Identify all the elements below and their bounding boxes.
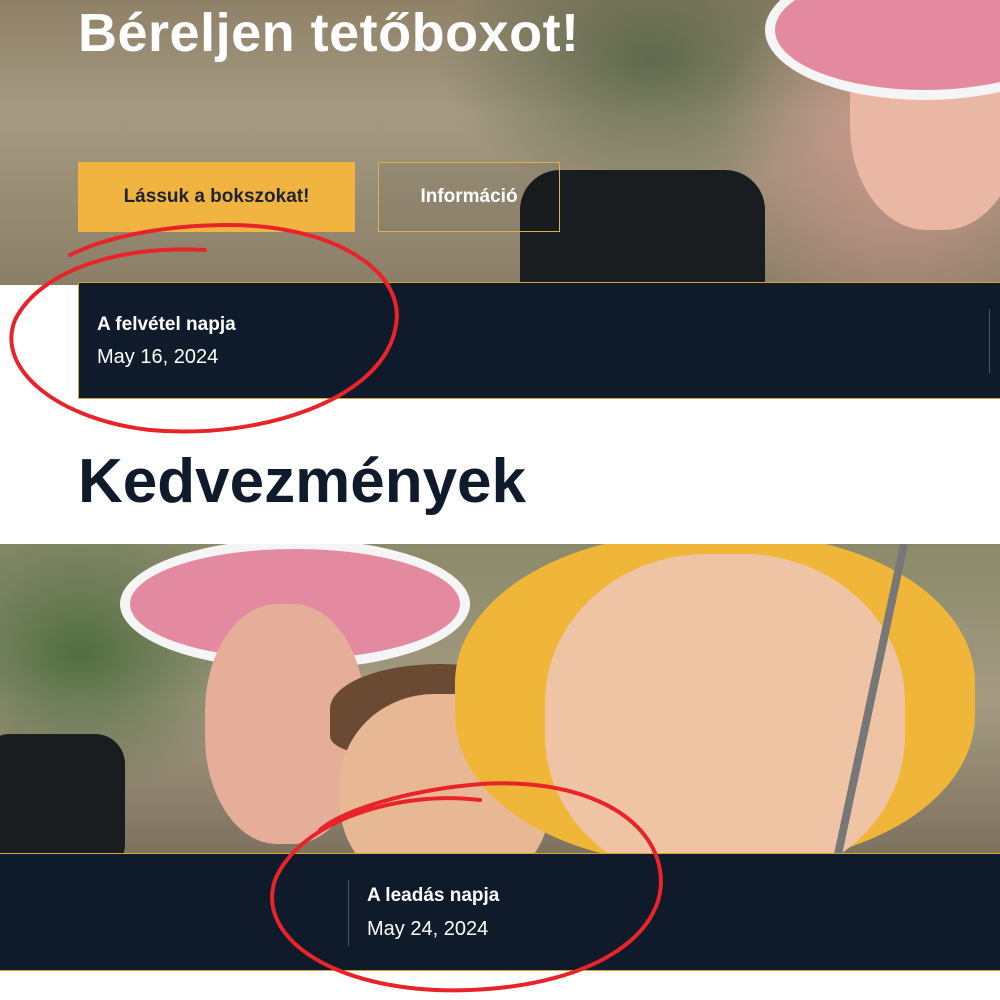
car-mirror-shape xyxy=(0,734,125,856)
dropoff-date-value[interactable]: May 24, 2024 xyxy=(367,918,488,941)
pickup-date-value[interactable]: May 16, 2024 xyxy=(97,346,218,369)
pickup-date-bar[interactable]: A felvétel napja May 16, 2024 xyxy=(78,282,1000,399)
information-button[interactable]: Információ xyxy=(378,162,560,232)
date-divider xyxy=(989,309,990,373)
date-divider xyxy=(348,880,349,946)
hero-title: Béreljen tetőboxot! xyxy=(78,3,580,63)
discounts-heading: Kedvezmények xyxy=(78,447,527,516)
dropoff-date-bar[interactable]: A leadás napja May 24, 2024 xyxy=(0,853,1000,971)
pink-sunhat-shape xyxy=(765,0,1000,100)
dropoff-date-label: A leadás napja xyxy=(367,885,500,906)
pickup-date-label: A felvétel napja xyxy=(97,314,236,335)
see-boxes-button[interactable]: Lássuk a bokszokat! xyxy=(78,162,355,232)
family-photo xyxy=(0,544,1000,856)
